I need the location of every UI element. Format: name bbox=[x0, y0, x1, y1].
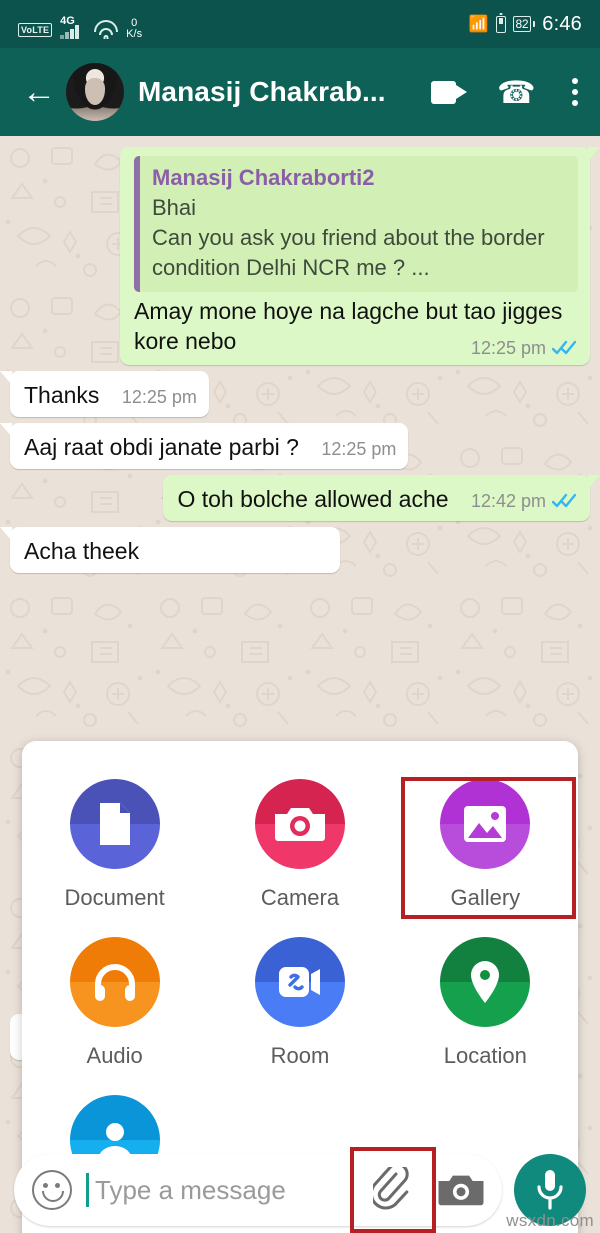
camera-icon bbox=[254, 779, 345, 869]
room-glyph bbox=[278, 967, 320, 997]
attachment-option-location[interactable]: Location bbox=[393, 925, 578, 1083]
message-meta: 12:25 pm bbox=[122, 387, 197, 407]
document-icon bbox=[69, 779, 160, 869]
message-bubble-incoming[interactable]: Aaj raat obdi janate parbi ? 12:25 pm bbox=[0, 423, 409, 469]
read-receipt-icon bbox=[552, 493, 578, 509]
location-glyph bbox=[471, 961, 500, 1003]
message-text: O toh bolche allowed ache bbox=[177, 486, 449, 512]
attach-button[interactable] bbox=[350, 1147, 436, 1233]
message-bubble-outgoing[interactable]: Manasij Chakraborti2 Bhai Can you ask yo… bbox=[120, 147, 600, 365]
watermark: wsxdn.com bbox=[506, 1211, 594, 1230]
overflow-menu-icon[interactable] bbox=[566, 76, 584, 108]
message-meta: 12:42 pm bbox=[471, 491, 578, 511]
data-rate-indicator: 0 K/s bbox=[126, 18, 142, 40]
attachment-option-room[interactable]: Room bbox=[207, 925, 392, 1083]
quoted-text-line1: Bhai bbox=[152, 195, 197, 220]
app-bar: ← Manasij Chakrab... ☎ bbox=[0, 48, 600, 136]
room-video-icon bbox=[254, 937, 345, 1027]
text-caret bbox=[86, 1173, 89, 1207]
message-time: 12:25 pm bbox=[321, 439, 397, 459]
quoted-text-line2: Can you ask you friend about the border bbox=[152, 225, 545, 250]
microphone-icon bbox=[537, 1170, 563, 1210]
attachment-option-camera[interactable]: Camera bbox=[207, 767, 392, 925]
status-clock: 6:46 bbox=[542, 12, 582, 35]
message-time: 12:25 pm bbox=[121, 387, 197, 407]
emoji-smiley-icon[interactable] bbox=[32, 1170, 72, 1210]
signal-bars bbox=[60, 25, 79, 39]
message-bubble-incoming[interactable]: Acha theek bbox=[0, 527, 340, 573]
message-input-placeholder[interactable]: Type a message bbox=[95, 1175, 348, 1206]
back-arrow-icon[interactable]: ← bbox=[16, 69, 62, 115]
attachment-label: Document bbox=[64, 885, 165, 910]
wifi-icon bbox=[94, 20, 119, 39]
message-text: Thanks bbox=[24, 382, 100, 408]
read-receipt-icon bbox=[552, 340, 578, 356]
message-time: 12:42 pm bbox=[470, 491, 546, 511]
camera-button[interactable] bbox=[438, 1172, 484, 1208]
battery-icon: 82 bbox=[512, 16, 536, 32]
attachment-label: Audio bbox=[86, 1043, 143, 1068]
message-row: Acha theek bbox=[0, 524, 600, 576]
quoted-message[interactable]: Manasij Chakraborti2 Bhai Can you ask yo… bbox=[134, 156, 578, 292]
message-row: Aaj raat obdi janate parbi ? 12:25 pm bbox=[0, 420, 600, 472]
status-bar: VoLTE 4G 0 K/s 📶 82 6:46 bbox=[0, 0, 600, 48]
video-call-icon[interactable] bbox=[431, 80, 468, 104]
chat-area: Manasij Chakraborti2 Bhai Can you ask yo… bbox=[0, 136, 600, 1233]
quoted-text-line3: condition Delhi NCR me ? ... bbox=[152, 255, 430, 280]
message-time: 12:25 pm bbox=[470, 338, 546, 358]
message-text: Acha theek bbox=[24, 538, 140, 564]
gallery-glyph bbox=[464, 806, 507, 842]
location-pin-icon bbox=[440, 937, 531, 1027]
document-glyph bbox=[99, 803, 130, 845]
attachment-label: Location bbox=[443, 1043, 527, 1068]
attachment-label: Room bbox=[270, 1043, 330, 1068]
headphones-glyph bbox=[94, 964, 135, 1001]
attachment-label: Camera bbox=[260, 885, 340, 910]
message-bubble-incoming[interactable]: Thanks 12:25 pm bbox=[0, 371, 209, 417]
avatar[interactable] bbox=[66, 63, 124, 121]
gallery-icon bbox=[440, 779, 531, 869]
message-bubble-outgoing[interactable]: O toh bolche allowed ache 12:42 pm bbox=[163, 475, 600, 521]
attachment-option-audio[interactable]: Audio bbox=[22, 925, 207, 1083]
headphones-icon bbox=[69, 937, 160, 1027]
message-row: Thanks 12:25 pm bbox=[0, 368, 600, 420]
attachment-option-document[interactable]: Document bbox=[22, 767, 207, 925]
app-bar-actions: ☎ bbox=[431, 75, 584, 110]
attachment-option-gallery[interactable]: Gallery bbox=[393, 767, 578, 925]
vibrate-icon bbox=[495, 15, 506, 33]
status-bar-right: 📶 82 6:46 bbox=[469, 13, 582, 36]
status-bar-left: VoLTE 4G 0 K/s bbox=[18, 7, 142, 41]
data-rate-unit: K/s bbox=[126, 28, 143, 40]
camera-glyph bbox=[274, 808, 325, 841]
message-row: Manasij Chakraborti2 Bhai Can you ask yo… bbox=[0, 144, 600, 368]
battery-percent: 82 bbox=[512, 16, 532, 32]
attachment-label: Gallery bbox=[450, 885, 521, 910]
bluetooth-icon: 📶 bbox=[468, 16, 489, 33]
message-row: O toh bolche allowed ache 12:42 pm bbox=[0, 472, 600, 524]
message-input-pill[interactable]: Type a message bbox=[14, 1147, 502, 1233]
quoted-author: Manasij Chakraborti2 bbox=[152, 165, 375, 190]
phone-call-icon[interactable]: ☎ bbox=[497, 75, 536, 110]
message-meta: 12:25 pm bbox=[321, 439, 396, 459]
message-meta: 12:25 pm bbox=[471, 338, 578, 358]
whatsapp-chat-screen: VoLTE 4G 0 K/s 📶 82 6:46 ← Manasij Chakr… bbox=[0, 0, 600, 1233]
camera-icon bbox=[438, 1175, 484, 1206]
signal-strength-icon: 4G bbox=[60, 15, 86, 39]
volte-icon: VoLTE bbox=[18, 23, 53, 37]
attach-highlight-box bbox=[350, 1147, 436, 1233]
contact-name[interactable]: Manasij Chakrab... bbox=[138, 76, 423, 108]
message-text: Aaj raat obdi janate parbi ? bbox=[24, 434, 299, 460]
